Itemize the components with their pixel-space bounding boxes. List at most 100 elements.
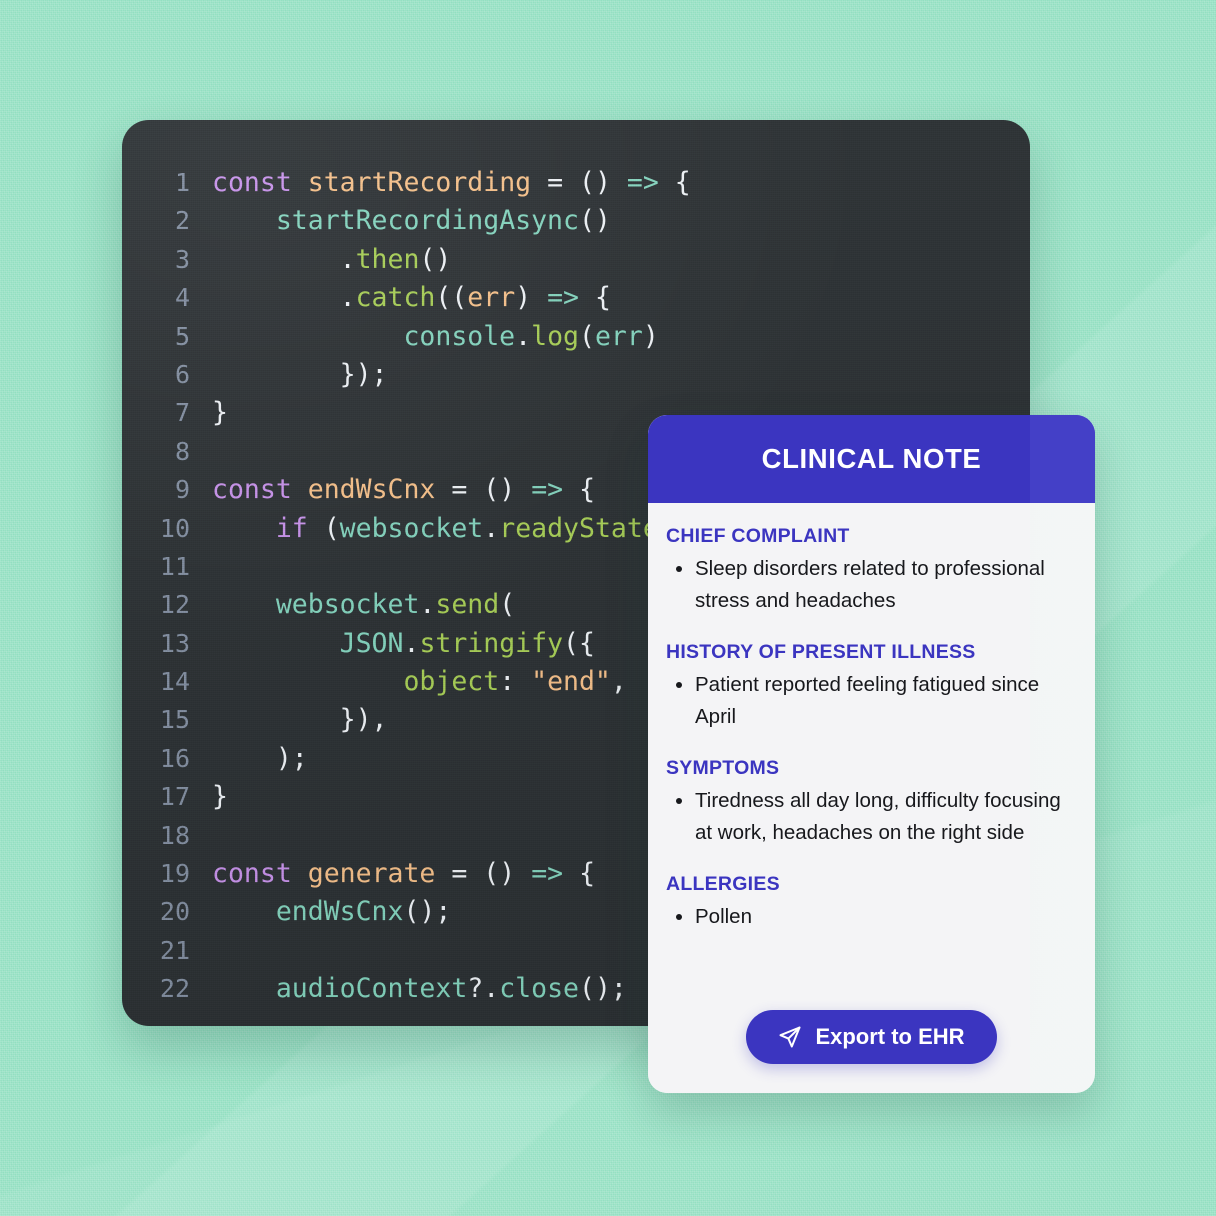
code-token: endWsCnx (307, 474, 436, 506)
clinical-note-section: HISTORY OF PRESENT ILLNESS Patient report… (666, 641, 1069, 732)
line-number: 20 (159, 897, 190, 927)
code-token: generate (307, 858, 436, 890)
code-token: readyState (499, 512, 659, 544)
line-number: 16 (159, 743, 190, 773)
code-token: => (531, 858, 564, 890)
code-token: . (212, 282, 356, 314)
line-number: 6 (174, 359, 190, 389)
code-token: () (483, 474, 516, 506)
code-line-text: .then() (212, 241, 1030, 279)
line-number: 8 (174, 436, 190, 466)
code-line: 4 .catch((err) => { (122, 279, 1030, 317)
code-line: 1 const startRecording = () => { (122, 164, 1030, 202)
code-token: endWsCnx (275, 896, 404, 928)
section-bullet-list: Pollen (666, 901, 1069, 933)
code-token: (); (578, 973, 627, 1005)
code-token: () (579, 167, 611, 198)
line-number: 12 (159, 590, 190, 620)
code-line-text: }); (212, 356, 1030, 394)
line-number: 10 (159, 513, 190, 543)
line-number: 11 (159, 551, 190, 581)
line-number: 14 (159, 667, 190, 697)
code-line: 5 console.log(err) (122, 318, 1030, 356)
line-number: 15 (159, 705, 190, 735)
code-token: = (451, 474, 468, 506)
clinical-note-body: CHIEF COMPLAINT Sleep disorders related t… (648, 503, 1095, 933)
line-number: 3 (174, 244, 190, 274)
code-token: (( (435, 282, 468, 314)
export-to-ehr-label: Export to EHR (815, 1024, 965, 1049)
code-token: err (594, 320, 643, 352)
section-title: HISTORY OF PRESENT ILLNESS (666, 641, 976, 663)
clinical-note-section: CHIEF COMPLAINT Sleep disorders related t… (666, 525, 1069, 616)
code-token: => (531, 474, 564, 506)
code-token: => (547, 282, 580, 314)
code-token: }); (212, 358, 388, 390)
list-item: Tiredness all day long, difficulty focus… (695, 785, 1069, 848)
section-title: ALLERGIES (666, 873, 780, 895)
code-token: (); (403, 896, 452, 928)
code-token: () (578, 205, 611, 237)
line-number: 18 (159, 820, 190, 850)
code-token: . (419, 589, 436, 621)
code-line-text: startRecordingAsync() (212, 202, 1030, 240)
code-token: ) (642, 320, 659, 352)
export-to-ehr-button[interactable]: Export to EHR (746, 1010, 997, 1064)
section-title: CHIEF COMPLAINT (666, 525, 850, 547)
code-token: ) (515, 282, 548, 314)
code-token: catch (355, 282, 436, 314)
code-token: . (515, 320, 532, 352)
line-number: 5 (174, 321, 190, 351)
code-token: if (275, 512, 308, 544)
section-bullet-list: Patient reported feeling fatigued since … (666, 669, 1069, 732)
section-bullet-list: Tiredness all day long, difficulty focus… (666, 785, 1069, 848)
code-line-text: .catch((err) => { (212, 279, 1030, 317)
code-token: { (563, 474, 596, 506)
code-line: 3 .then() (122, 241, 1030, 279)
code-token: : (499, 666, 532, 698)
code-token: console (403, 320, 516, 352)
code-token: close (499, 973, 579, 1005)
code-token: () (483, 858, 516, 890)
code-token: ( (578, 320, 595, 352)
code-token: send (435, 589, 500, 621)
clinical-note-section: ALLERGIES Pollen (666, 873, 1069, 933)
clinical-note-footer: Export to EHR (648, 981, 1095, 1093)
code-token: = (547, 167, 564, 198)
code-token: JSON (339, 627, 404, 659)
code-token: () (419, 243, 452, 275)
code-token: const (212, 474, 292, 506)
list-item: Patient reported feeling fatigued since … (695, 669, 1069, 732)
code-token: { (658, 167, 691, 198)
line-number: 4 (174, 283, 190, 313)
clinical-note-section: SYMPTOMS Tiredness all day long, difficul… (666, 757, 1069, 848)
code-token: => (626, 167, 659, 198)
code-line-text: console.log(err) (212, 318, 1030, 356)
code-token: err (467, 282, 516, 314)
code-token: startRecording (307, 167, 532, 198)
line-number: 9 (174, 475, 190, 505)
clinical-note-header: CLINICAL NOTE (648, 415, 1095, 503)
code-token: audioContext (275, 973, 468, 1005)
line-number: 19 (159, 859, 190, 889)
code-token: const (212, 858, 292, 890)
code-token: websocket (275, 589, 420, 621)
code-line: 2 startRecordingAsync() (122, 202, 1030, 240)
clinical-note-title: CLINICAL NOTE (761, 443, 982, 474)
code-token: websocket (339, 512, 484, 544)
line-number: 13 (159, 628, 190, 658)
